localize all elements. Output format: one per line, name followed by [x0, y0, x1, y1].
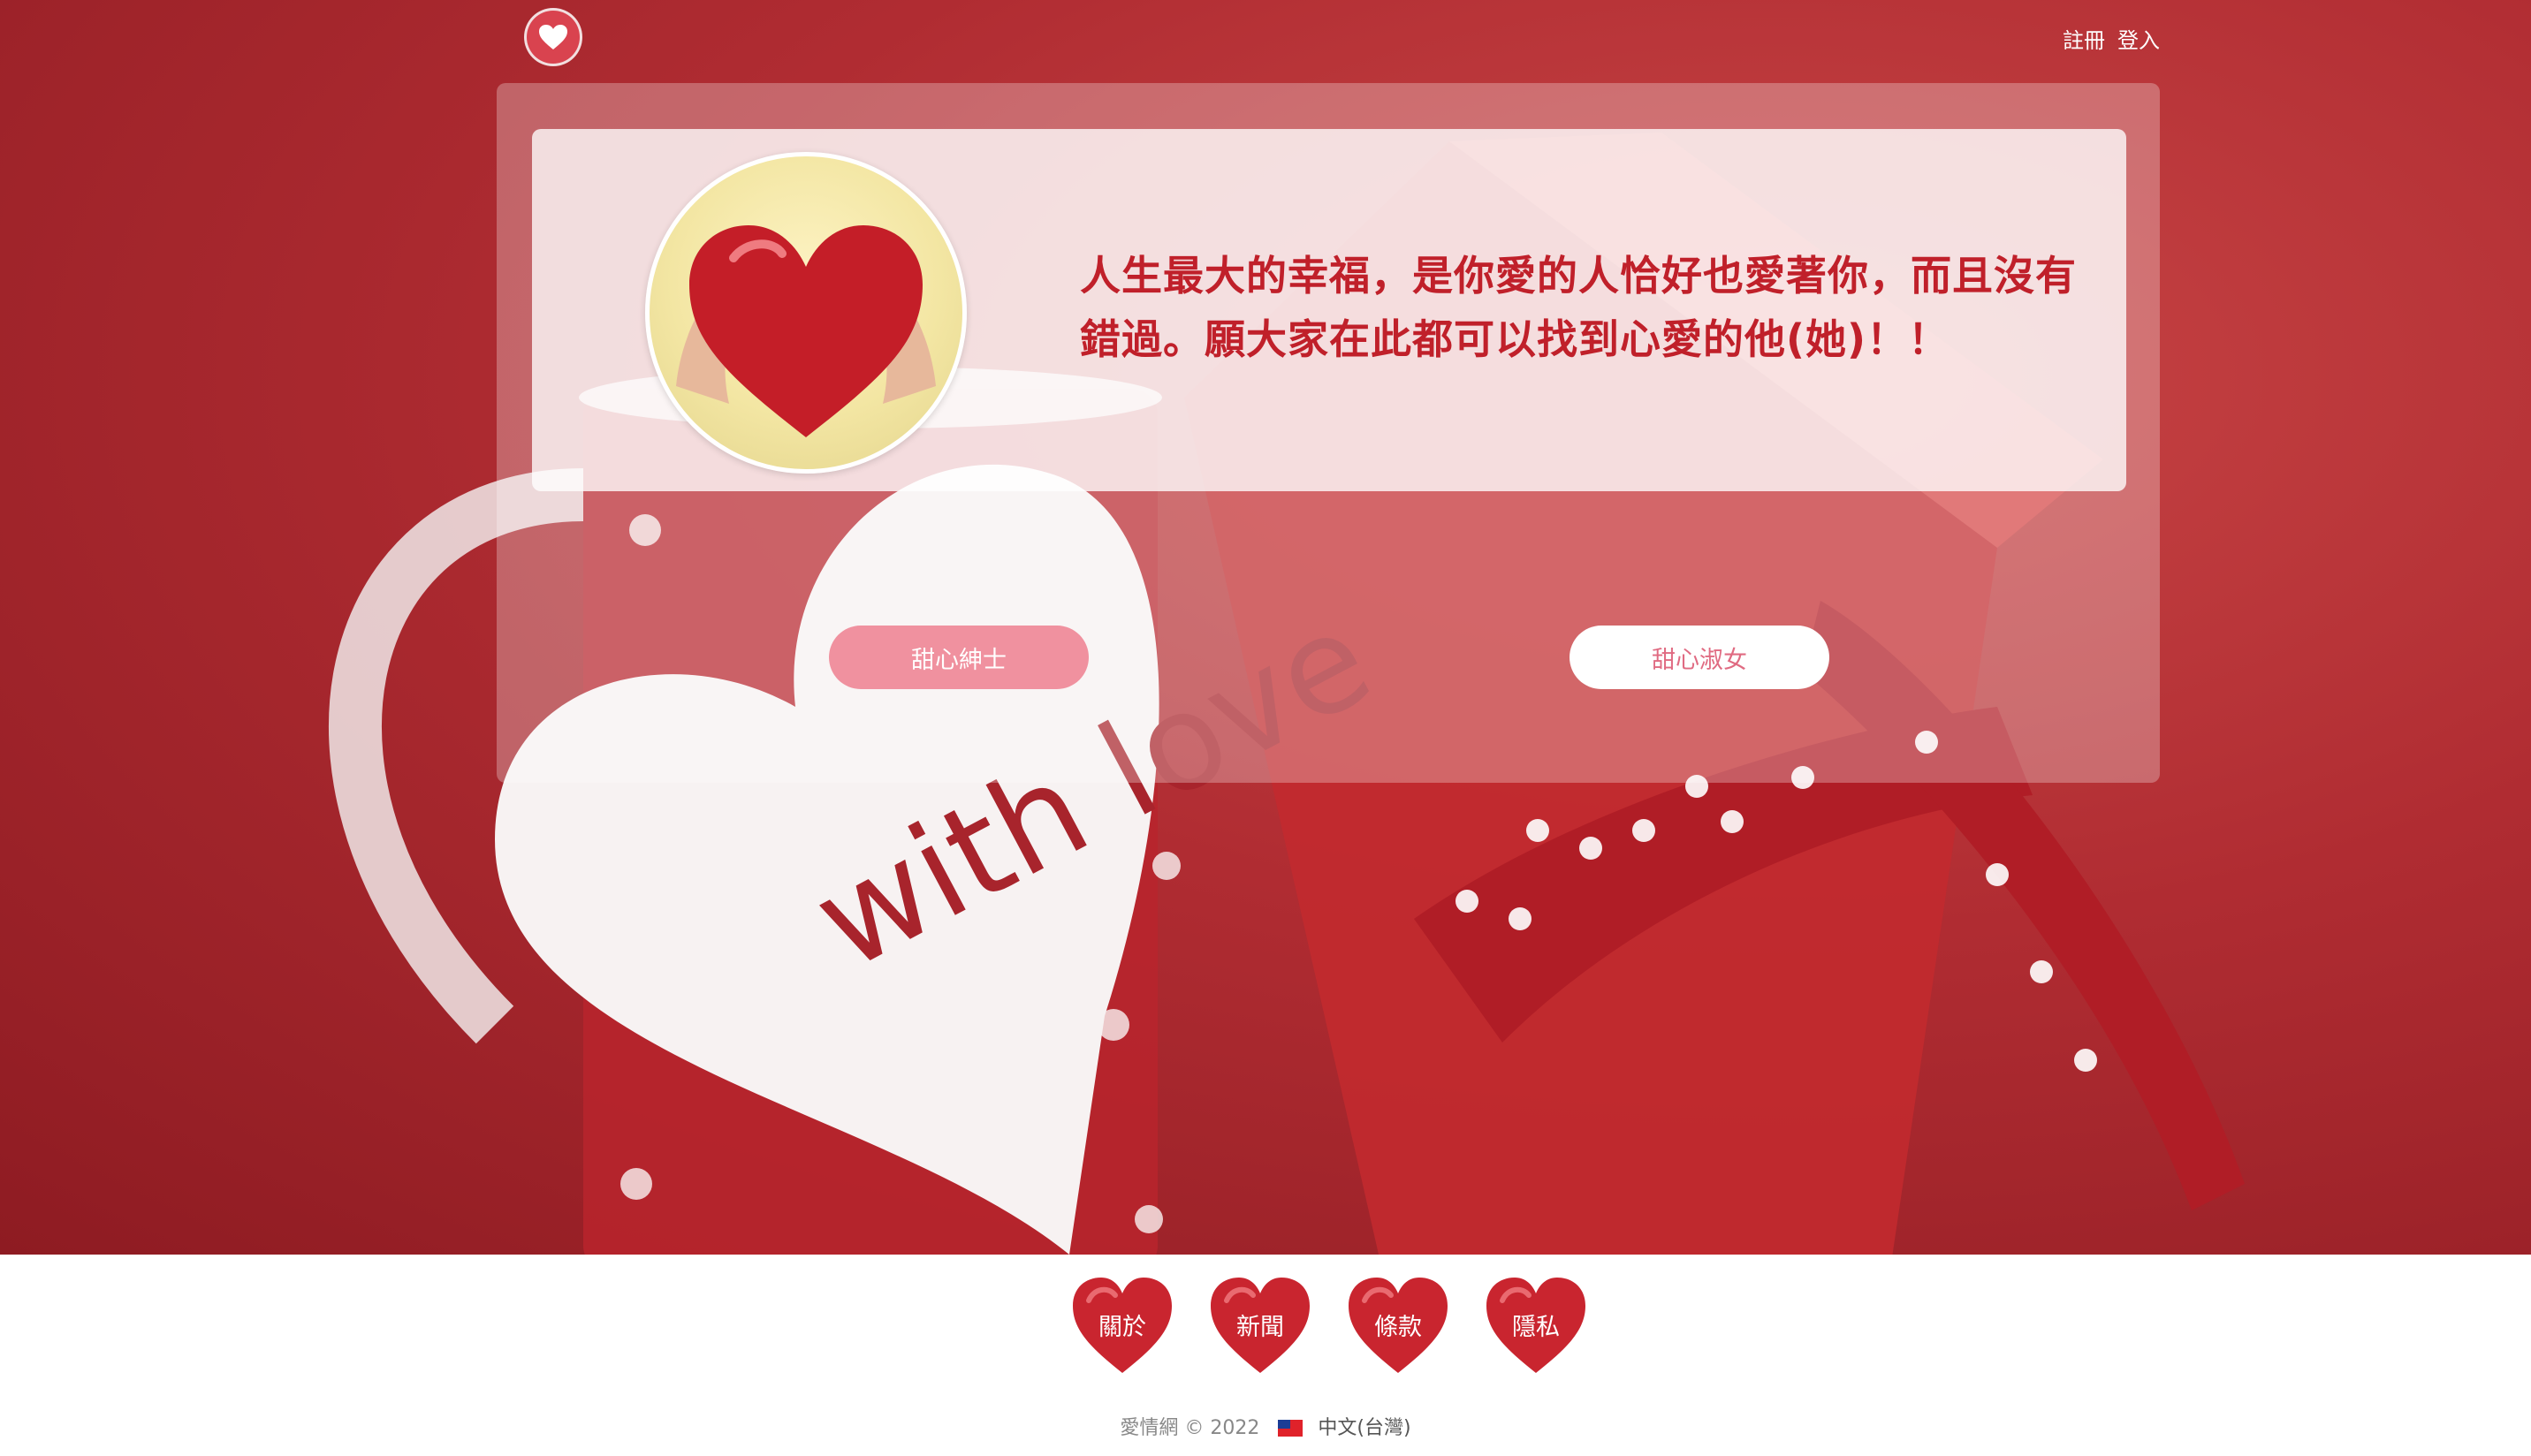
footer-link-news[interactable]: 新聞: [1209, 1274, 1311, 1376]
footer-link-label: 條款: [1374, 1314, 1422, 1341]
footer-copyright-bar: 愛情網 © 2022 中文(台灣): [0, 1412, 2531, 1440]
footer-links: 關於 新聞 條款 隱私: [1071, 1274, 1587, 1376]
top-nav: 註冊 登入: [2063, 23, 2160, 54]
language-selector[interactable]: 中文(台灣): [1318, 1417, 1410, 1439]
site-logo[interactable]: [527, 11, 580, 64]
footer-link-label: 隱私: [1512, 1314, 1560, 1341]
footer-link-privacy[interactable]: 隱私: [1485, 1274, 1587, 1376]
footer-link-terms[interactable]: 條款: [1347, 1274, 1449, 1376]
heart-hands-avatar: [645, 152, 967, 474]
footer-link-about[interactable]: 關於: [1071, 1274, 1174, 1376]
quote-text: 人生最大的幸福，是你愛的人恰好也愛著你，而且沒有錯過。願大家在此都可以找到心愛的…: [1080, 252, 2077, 363]
sweet-lady-button[interactable]: 甜心淑女: [1570, 626, 1829, 689]
heart-icon: [539, 25, 567, 49]
copyright-text: 愛情網 © 2022: [1120, 1417, 1260, 1439]
login-link[interactable]: 登入: [2117, 23, 2160, 54]
sweet-gentleman-button[interactable]: 甜心紳士: [829, 626, 1089, 689]
footer-link-label: 新聞: [1236, 1314, 1284, 1341]
register-link[interactable]: 註冊: [2063, 23, 2105, 54]
taiwan-flag-icon: [1278, 1420, 1304, 1437]
heart-hands-image: [676, 225, 936, 437]
footer-link-label: 關於: [1098, 1314, 1146, 1341]
